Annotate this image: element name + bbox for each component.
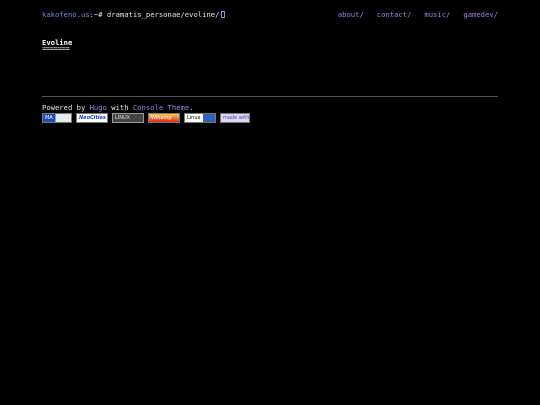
nav-link-contact[interactable]: contact/ (377, 10, 412, 19)
footer-divider (42, 96, 498, 97)
console-theme-link[interactable]: Console Theme (133, 103, 189, 112)
badge-made-with[interactable]: made with (220, 113, 250, 123)
badge-row: MA NeoCities LINUX Winamp Linux made wit… (42, 113, 250, 123)
footer-period: . (189, 103, 194, 112)
hugo-link[interactable]: Hugo (90, 103, 107, 112)
terminal-prompt: kakofeno.us:~# dramatis_personae/evoline… (42, 10, 226, 19)
nav-link-gamedev[interactable]: gamedev/ (463, 10, 498, 19)
with-text: with (106, 103, 133, 112)
nav-link-music[interactable]: music/ (424, 10, 450, 19)
title-underline: ======= (42, 44, 70, 53)
badge-neocities[interactable]: NeoCities (76, 113, 108, 123)
badge-winamp[interactable]: Winamp (148, 113, 180, 123)
top-nav: about/ contact/ music/ gamedev/ (338, 10, 498, 19)
cursor-icon (221, 11, 226, 18)
powered-by-text: Powered by (42, 103, 90, 112)
nav-link-about[interactable]: about/ (338, 10, 364, 19)
site-host-link[interactable]: kakofeno.us (42, 10, 90, 19)
badge-ma[interactable]: MA (42, 113, 72, 123)
header: kakofeno.us:~# dramatis_personae/evoline… (42, 0, 498, 28)
current-path: dramatis_personae/evoline/ (106, 10, 220, 19)
page-container: kakofeno.us:~# dramatis_personae/evoline… (42, 0, 498, 123)
badge-linux-dark[interactable]: LINUX (112, 113, 144, 123)
prompt-separator: :~# (89, 10, 107, 19)
footer-credits: Powered by Hugo with Console Theme. (42, 103, 193, 112)
badge-linux[interactable]: Linux (184, 113, 216, 123)
